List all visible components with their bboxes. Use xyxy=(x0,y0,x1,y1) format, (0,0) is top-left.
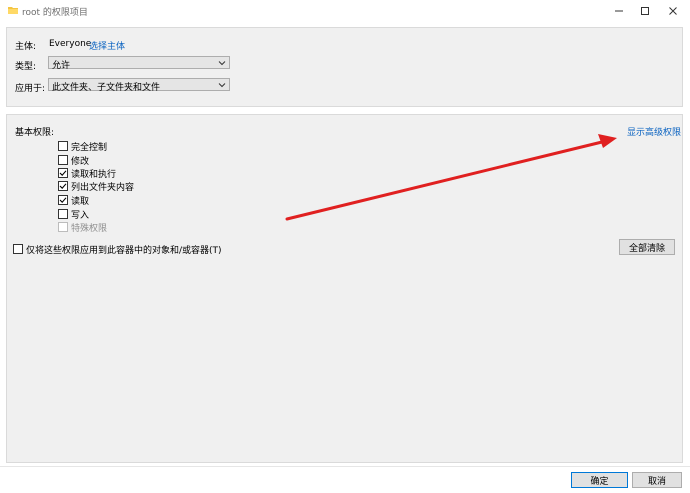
apply-within-container-option[interactable]: 仅将这些权限应用到此容器中的对象和/或容器(T) xyxy=(13,243,222,256)
maximize-icon xyxy=(641,7,649,15)
permission-special: 特殊权限 xyxy=(58,221,108,234)
apply-within-label: 仅将这些权限应用到此容器中的对象和/或容器(T) xyxy=(26,245,222,256)
cancel-button[interactable]: 取消 xyxy=(632,472,682,488)
applies-to-label: 应用于: xyxy=(15,84,46,94)
type-selected-value: 允许 xyxy=(52,61,71,71)
permission-label: 写入 xyxy=(71,210,90,221)
window-title: root 的权限项目 xyxy=(22,8,88,18)
basic-permissions-heading: 基本权限: xyxy=(15,128,55,138)
permission-label: 读取 xyxy=(71,196,90,207)
permission-read[interactable]: 读取 xyxy=(58,194,90,207)
chevron-down-icon xyxy=(218,83,226,88)
chevron-down-icon xyxy=(218,61,226,66)
ok-button[interactable]: 确定 xyxy=(571,472,628,488)
permission-label: 完全控制 xyxy=(71,142,108,153)
close-button[interactable] xyxy=(658,0,688,22)
checkbox-checked[interactable] xyxy=(58,181,68,191)
show-advanced-permissions-link[interactable]: 显示高级权限 xyxy=(627,125,681,138)
close-icon xyxy=(669,7,677,15)
checkbox-checked[interactable] xyxy=(58,168,68,178)
check-icon xyxy=(59,183,67,190)
checkbox[interactable] xyxy=(58,209,68,219)
permission-full-control[interactable]: 完全控制 xyxy=(58,140,108,153)
check-icon xyxy=(59,197,67,204)
applies-to-selected-value: 此文件夹、子文件夹和文件 xyxy=(52,83,161,93)
permission-label: 特殊权限 xyxy=(71,223,108,234)
footer-divider xyxy=(0,466,690,467)
permission-list-folder[interactable]: 列出文件夹内容 xyxy=(58,180,135,193)
folder-icon xyxy=(8,7,18,14)
principal-value: Everyone xyxy=(49,39,92,49)
checkbox[interactable] xyxy=(58,155,68,165)
applies-to-select[interactable]: 此文件夹、子文件夹和文件 xyxy=(48,78,230,93)
checkbox-checked[interactable] xyxy=(58,195,68,205)
permission-label: 读取和执行 xyxy=(71,169,117,180)
clear-all-button[interactable]: 全部清除 xyxy=(619,239,675,255)
check-icon xyxy=(59,170,67,177)
select-principal-link[interactable]: 选择主体 xyxy=(89,39,125,52)
type-select[interactable]: 允许 xyxy=(48,56,230,71)
permission-label: 列出文件夹内容 xyxy=(71,182,135,193)
permission-label: 修改 xyxy=(71,156,90,167)
principal-label: 主体: xyxy=(15,42,37,52)
permission-read-execute[interactable]: 读取和执行 xyxy=(58,167,117,180)
type-label: 类型: xyxy=(15,62,37,72)
checkbox[interactable] xyxy=(13,244,23,254)
title-bar: root 的权限项目 xyxy=(0,0,690,22)
permission-write[interactable]: 写入 xyxy=(58,208,90,221)
principal-panel: 主体: Everyone 选择主体 类型: 允许 应用于: 此文件夹、子文件夹和… xyxy=(6,27,683,107)
permission-modify[interactable]: 修改 xyxy=(58,154,90,167)
checkbox-disabled xyxy=(58,222,68,232)
checkbox[interactable] xyxy=(58,141,68,151)
minimize-icon xyxy=(615,10,623,12)
maximize-button[interactable] xyxy=(630,0,660,22)
